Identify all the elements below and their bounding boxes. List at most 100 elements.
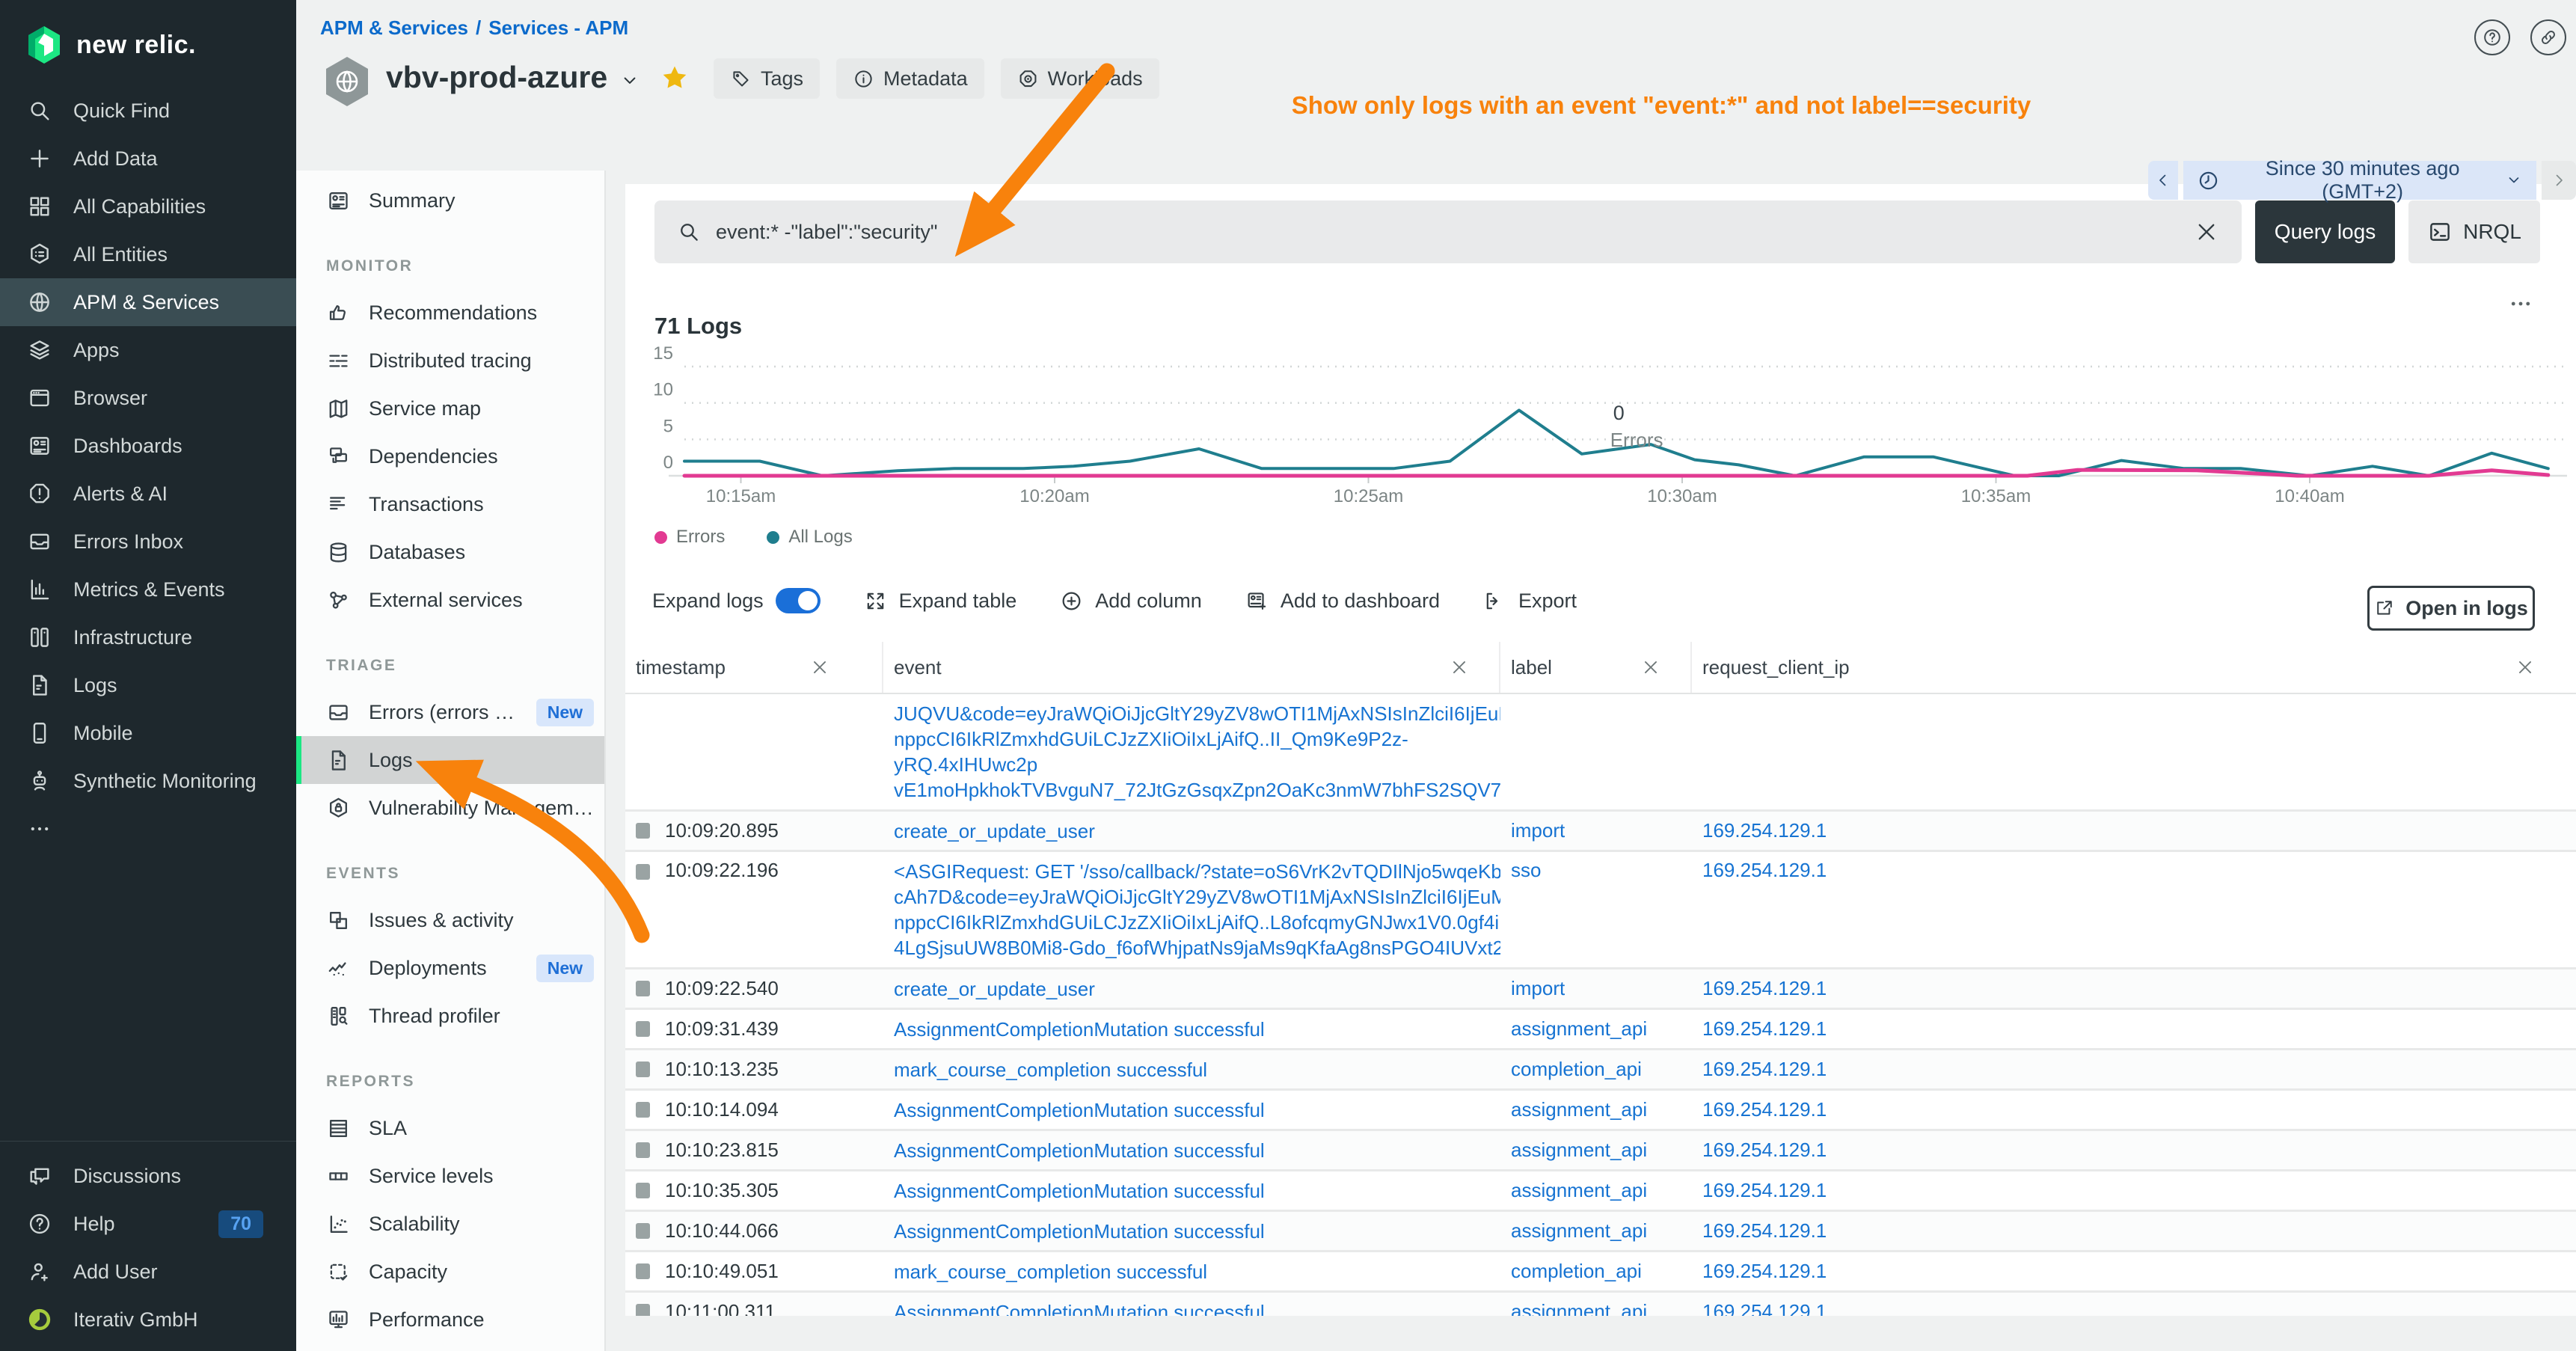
event-link[interactable]: create_or_update_user [894,976,1095,1002]
help-button[interactable] [2474,19,2510,55]
breadcrumb-current[interactable]: Services - APM [488,16,628,39]
sidebar-item-metrics-events[interactable]: Metrics & Events [0,566,296,613]
log-search-bar[interactable]: event:* -"label":"security" [654,200,2242,263]
column-header-event[interactable]: event [883,642,1500,693]
remove-column-icon[interactable] [810,658,829,677]
local-nav-performance[interactable]: Performance [296,1296,604,1344]
sidebar-item-synthetic-monitoring[interactable]: Synthetic Monitoring [0,757,296,805]
table-row[interactable]: 10:10:35.305AssignmentCompletionMutation… [625,1171,2576,1212]
sidebar-item-apm-services[interactable]: APM & Services [0,278,296,326]
label-link[interactable]: assignment_api [1511,1179,1647,1202]
sidebar-item-apps[interactable]: Apps [0,326,296,374]
copy-link-button[interactable] [2530,19,2566,55]
local-nav-databases[interactable]: Databases [296,528,604,576]
sidebar-item-infrastructure[interactable]: Infrastructure [0,613,296,661]
export-button[interactable]: Export [1483,589,1577,613]
search-input[interactable]: event:* -"label":"security" [716,221,2179,244]
sidebar-item-help[interactable]: Help70 [0,1200,296,1248]
sidebar-item-errors-inbox[interactable]: Errors Inbox [0,518,296,566]
remove-column-icon[interactable] [1450,658,1469,677]
table-row[interactable]: 10:10:13.235mark_course_completion succe… [625,1050,2576,1091]
metadata-chip-button[interactable]: Metadata [836,58,984,99]
nrql-button[interactable]: NRQL [2408,200,2540,263]
local-nav-external-services[interactable]: External services [296,576,604,624]
sidebar-item-all-entities[interactable]: All Entities [0,230,296,278]
sidebar-item-mobile[interactable]: Mobile [0,709,296,757]
local-nav-distributed-tracing[interactable]: Distributed tracing [296,337,604,385]
local-nav-logs[interactable]: Logs [296,736,604,784]
close-icon[interactable] [2194,219,2219,245]
event-link[interactable]: AssignmentCompletionMutation successful [894,1178,1265,1204]
table-row[interactable]: 10:10:14.094AssignmentCompletionMutation… [625,1091,2576,1131]
event-link[interactable]: AssignmentCompletionMutation successful [894,1097,1265,1123]
event-link[interactable]: <ASGIRequest: GET '/sso/callback/?state=… [894,859,1500,961]
label-link[interactable]: assignment_api [1511,1219,1647,1243]
time-range-button[interactable]: Since 30 minutes ago (GMT+2) [2183,161,2536,200]
local-nav-service-map[interactable]: Service map [296,385,604,432]
local-nav-deployments[interactable]: DeploymentsNew [296,944,604,992]
ip-link[interactable]: 169.254.129.1 [1702,1139,1827,1162]
local-nav-sla[interactable]: SLA [296,1104,604,1152]
local-nav-dependencies[interactable]: Dependencies [296,432,604,480]
sidebar-item-all-capabilities[interactable]: All Capabilities [0,183,296,230]
label-link[interactable]: import [1511,819,1565,842]
event-link[interactable]: AssignmentCompletionMutation successful [894,1138,1265,1163]
favorite-star-icon[interactable] [660,63,690,93]
open-in-logs-button[interactable]: Open in logs [2367,586,2535,631]
table-row[interactable]: 10:10:44.066AssignmentCompletionMutation… [625,1212,2576,1252]
label-link[interactable]: completion_api [1511,1260,1642,1283]
local-nav-errors-errors-inb[interactable]: Errors (errors inb...New [296,688,604,736]
add-column-button[interactable]: Add column [1060,589,1202,613]
ip-link[interactable]: 169.254.129.1 [1702,1058,1827,1081]
local-nav-scalability[interactable]: Scalability [296,1200,604,1248]
local-nav-service-levels[interactable]: Service levels [296,1152,604,1200]
event-link[interactable]: mark_course_completion successful [894,1057,1207,1082]
local-nav-transactions[interactable]: Transactions [296,480,604,528]
table-row[interactable]: JUQVU&code=eyJraWQiOiJjcGltY29yZV8wOTI1M… [625,694,2576,812]
brand-logo[interactable]: new relic. [0,0,296,87]
legend-item-errors[interactable]: Errors [654,527,725,548]
sidebar-item-browser[interactable]: Browser [0,374,296,422]
event-link[interactable]: AssignmentCompletionMutation successful [894,1017,1265,1042]
sidebar-item-alerts-ai[interactable]: Alerts & AI [0,470,296,518]
workloads-chip-button[interactable]: Workloads [1001,58,1159,99]
ip-link[interactable]: 169.254.129.1 [1702,977,1827,1000]
tags-chip-button[interactable]: Tags [714,58,820,99]
time-forward-button[interactable] [2542,161,2576,200]
ip-link[interactable]: 169.254.129.1 [1702,1179,1827,1202]
legend-item-all-logs[interactable]: All Logs [767,527,852,548]
expand-logs-toggle[interactable] [776,588,821,613]
table-row[interactable]: 10:10:23.815AssignmentCompletionMutation… [625,1131,2576,1171]
ip-link[interactable]: 169.254.129.1 [1702,859,1827,882]
add-to-dashboard-button[interactable]: Add to dashboard [1245,589,1440,613]
local-nav-thread-profiler[interactable]: Thread profiler [296,992,604,1040]
local-nav-issues-activity[interactable]: Issues & activity [296,896,604,944]
column-header-request_client_ip[interactable]: request_client_ip [1692,642,2576,693]
sidebar-item-logs[interactable]: Logs [0,661,296,709]
label-link[interactable]: assignment_api [1511,1017,1647,1041]
local-nav-capacity[interactable]: Capacity [296,1248,604,1296]
label-link[interactable]: assignment_api [1511,1098,1647,1121]
table-row[interactable]: 10:09:22.540create_or_update_userimport1… [625,969,2576,1010]
remove-column-icon[interactable] [1641,658,1660,677]
chevron-down-icon[interactable] [619,70,640,91]
column-header-timestamp[interactable]: timestamp [625,642,883,693]
label-link[interactable]: assignment_api [1511,1139,1647,1162]
more-options-icon[interactable] [2507,290,2534,317]
ip-link[interactable]: 169.254.129.1 [1702,1017,1827,1041]
ip-link[interactable]: 169.254.129.1 [1702,1219,1827,1243]
local-nav-vulnerability-management[interactable]: Vulnerability Management [296,784,604,832]
table-row[interactable]: 10:09:20.895create_or_update_userimport1… [625,812,2576,852]
sidebar-item-add-user[interactable]: Add User [0,1248,296,1296]
local-nav-recommendations[interactable]: Recommendations [296,289,604,337]
breadcrumb[interactable]: APM & Services/Services - APM [320,16,628,40]
label-link[interactable]: sso [1511,859,1541,882]
table-row[interactable]: 10:10:49.051mark_course_completion succe… [625,1252,2576,1293]
ip-link[interactable]: 169.254.129.1 [1702,819,1827,842]
time-back-button[interactable] [2148,161,2178,200]
ip-link[interactable]: 169.254.129.1 [1702,1260,1827,1283]
event-link[interactable]: create_or_update_user [894,818,1095,844]
ip-link[interactable]: 169.254.129.1 [1702,1098,1827,1121]
table-row[interactable]: 10:09:22.196<ASGIRequest: GET '/sso/call… [625,852,2576,969]
label-link[interactable]: import [1511,977,1565,1000]
